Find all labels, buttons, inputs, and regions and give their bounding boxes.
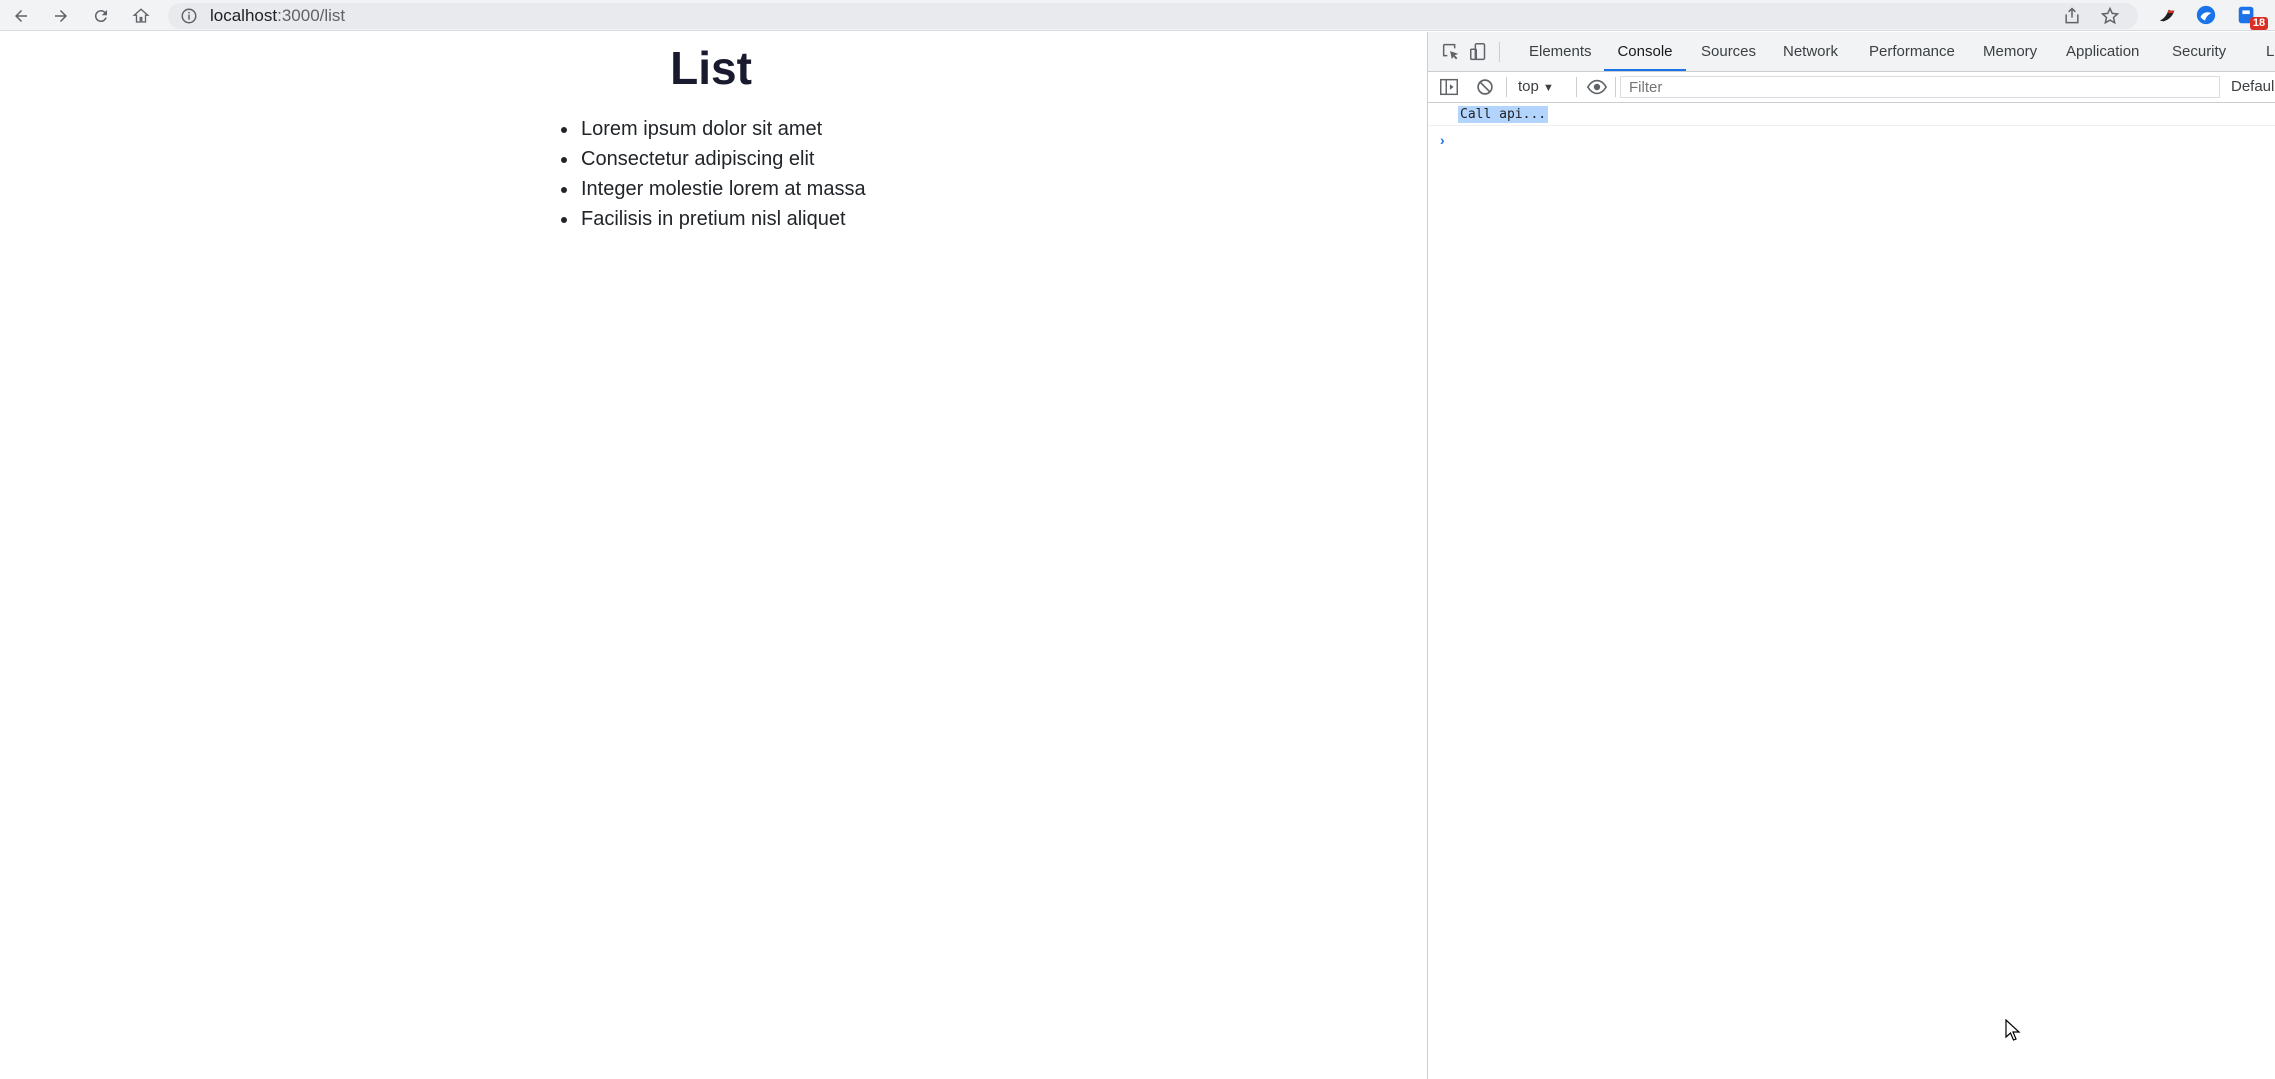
context-selector[interactable]: top ▼ <box>1518 78 1554 95</box>
list-item: Integer molestie lorem at massa <box>579 174 866 204</box>
toolbar-divider <box>1506 77 1507 97</box>
devtools-panel: Elements Console Sources Network Perform… <box>1427 32 2275 1079</box>
toolbar-divider <box>1499 42 1500 62</box>
list-item: Consectetur adipiscing elit <box>579 144 866 174</box>
console-log-row: Call api... <box>1428 104 2275 126</box>
home-button[interactable] <box>128 3 154 29</box>
forward-button[interactable] <box>48 3 74 29</box>
extension-badge: 18 <box>2250 17 2268 30</box>
page-viewport: List Lorem ipsum dolor sit amet Consecte… <box>0 32 1427 1079</box>
device-toolbar-icon[interactable] <box>1468 41 1490 63</box>
reload-button[interactable] <box>88 3 114 29</box>
tab-application[interactable]: Application <box>2066 32 2139 71</box>
chevron-down-icon: ▼ <box>1543 82 1554 94</box>
context-value: top <box>1518 78 1539 95</box>
list-item: Facilisis in pretium nisl aliquet <box>579 204 866 234</box>
devtools-tab-bar: Elements Console Sources Network Perform… <box>1428 32 2275 72</box>
tab-lighthouse[interactable]: Li <box>2266 32 2275 71</box>
item-list: Lorem ipsum dolor sit amet Consectetur a… <box>555 114 866 234</box>
page-title: List <box>670 42 752 94</box>
bookmark-star-icon[interactable] <box>2100 6 2120 26</box>
arrow-right-icon <box>55 10 67 22</box>
tab-sources[interactable]: Sources <box>1701 32 1756 71</box>
home-icon <box>132 8 150 23</box>
tab-performance[interactable]: Performance <box>1869 32 1955 71</box>
reload-icon <box>94 10 107 23</box>
back-button[interactable] <box>8 3 34 29</box>
arrow-left-icon <box>15 10 27 22</box>
tab-console[interactable]: Console <box>1604 32 1686 71</box>
url-text[interactable]: localhost:3000/list <box>210 7 345 25</box>
mouse-cursor-icon <box>2005 1019 2021 1041</box>
list-item: Lorem ipsum dolor sit amet <box>579 114 866 144</box>
inspect-element-icon[interactable] <box>1440 41 1462 63</box>
extension-bird-icon[interactable] <box>2156 4 2178 26</box>
url-host: localhost <box>210 6 278 25</box>
live-expression-eye-icon[interactable] <box>1586 76 1608 98</box>
show-sidebar-icon[interactable] <box>1438 76 1460 98</box>
console-toolbar: top ▼ Defaul <box>1428 72 2275 103</box>
url-path: :3000/list <box>277 6 346 25</box>
console-prompt[interactable]: › <box>1440 132 1445 148</box>
clear-console-icon[interactable] <box>1474 76 1496 98</box>
extension-wave-icon[interactable] <box>2195 4 2217 26</box>
filter-input[interactable] <box>1620 76 2220 98</box>
console-message: Call api... <box>1458 106 1549 123</box>
share-icon[interactable] <box>2062 6 2082 26</box>
toolbar-divider <box>1615 77 1616 97</box>
browser-toolbar: localhost:3000/list 18 <box>0 0 2275 31</box>
address-bar[interactable]: localhost:3000/list <box>168 3 2138 29</box>
tab-elements[interactable]: Elements <box>1529 32 1592 71</box>
tab-security[interactable]: Security <box>2172 32 2226 71</box>
tab-network[interactable]: Network <box>1783 32 1838 71</box>
info-icon[interactable] <box>180 7 198 25</box>
tab-memory[interactable]: Memory <box>1983 32 2037 71</box>
toolbar-divider <box>1576 77 1577 97</box>
log-levels-dropdown[interactable]: Defaul <box>2231 78 2274 95</box>
